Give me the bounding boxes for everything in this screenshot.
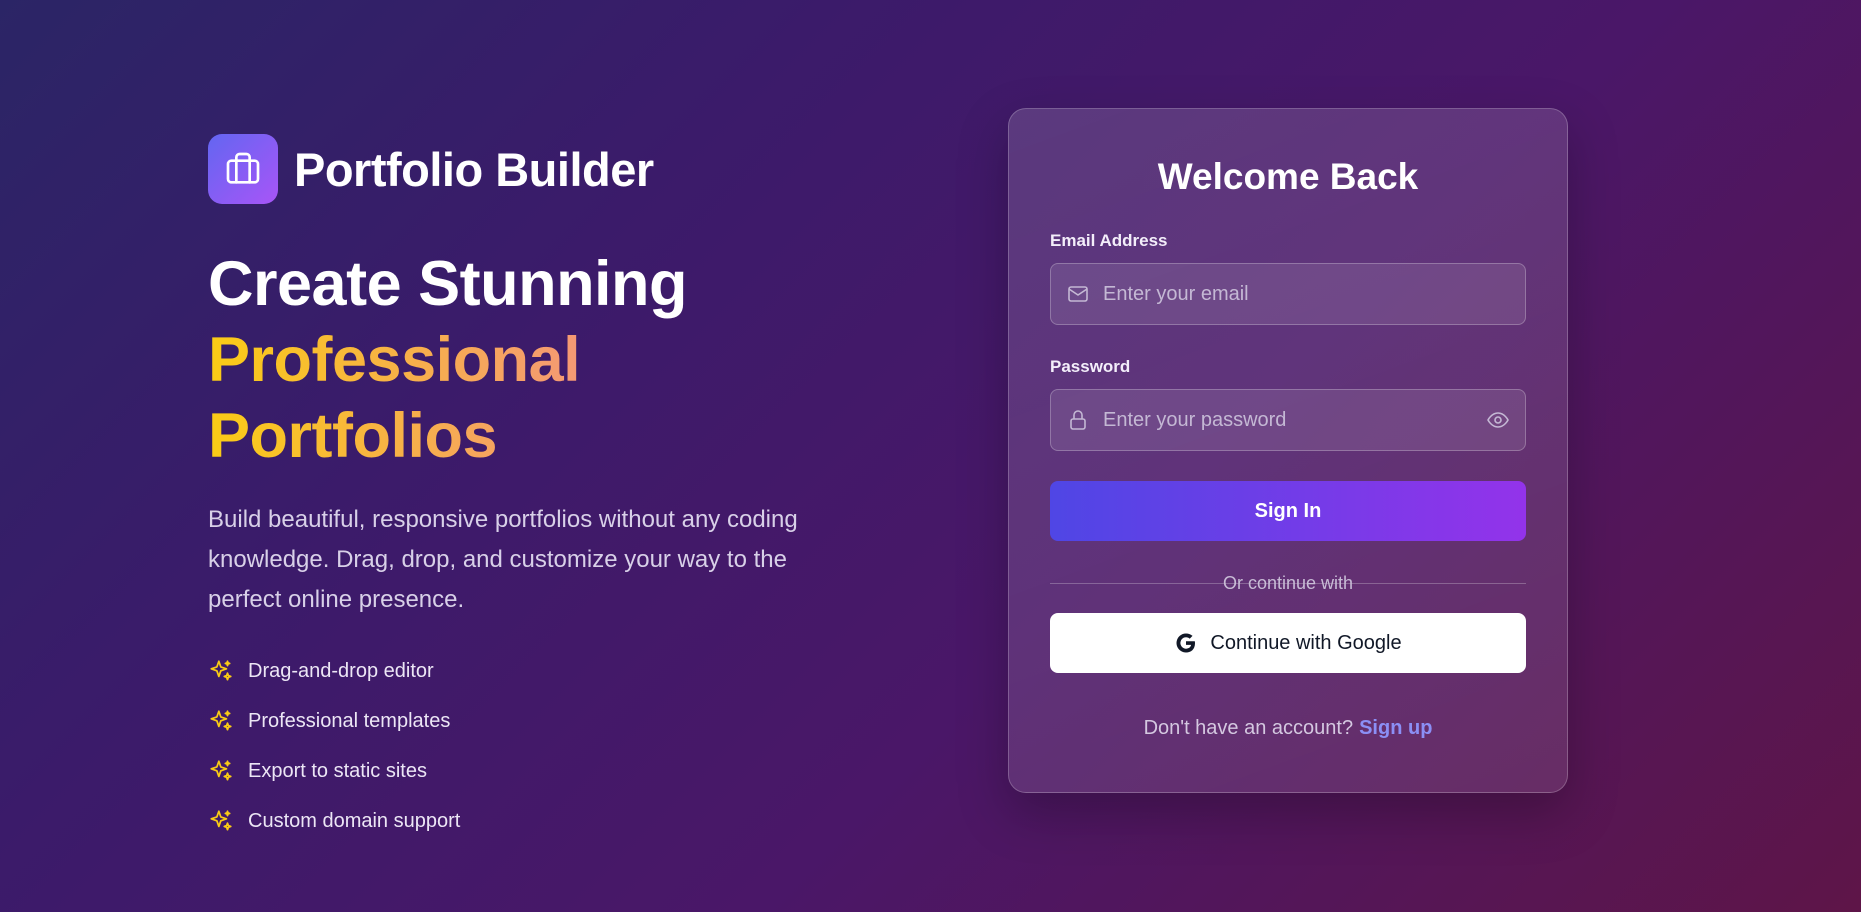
feature-item: Drag-and-drop editor [208, 646, 868, 696]
feature-item: Custom domain support [208, 796, 868, 846]
google-button-label: Continue with Google [1210, 631, 1402, 654]
password-label: Password [1050, 357, 1131, 376]
signup-row: Don't have an account? Sign up [1050, 717, 1526, 740]
brand-title: Portfolio Builder [294, 142, 654, 196]
briefcase-icon [208, 134, 278, 204]
email-field-wrapper [1050, 263, 1526, 325]
hero-heading: Create Stunning Professional Portfolios [208, 246, 868, 474]
feature-item: Professional templates [208, 696, 868, 746]
hero-description: Build beautiful, responsive portfolios w… [208, 506, 798, 613]
signup-prompt: Don't have an account? [1143, 717, 1354, 739]
brand: Portfolio Builder [208, 134, 868, 204]
sparkles-icon [208, 708, 234, 734]
password-field-wrapper [1050, 389, 1526, 451]
feature-label: Professional templates [248, 709, 451, 732]
eye-icon[interactable] [1485, 407, 1511, 433]
mail-icon [1065, 281, 1091, 307]
sparkles-icon [208, 808, 234, 834]
feature-label: Custom domain support [248, 809, 461, 832]
sparkles-icon [208, 758, 234, 784]
email-label: Email Address [1050, 231, 1168, 250]
email-input[interactable] [1103, 282, 1511, 306]
lock-icon [1065, 407, 1091, 433]
sign-in-button[interactable]: Sign In [1050, 481, 1526, 541]
hero-section: Portfolio Builder Create Stunning Profes… [208, 134, 868, 846]
password-input[interactable] [1103, 408, 1485, 432]
google-icon [1174, 631, 1198, 655]
sparkles-icon [208, 658, 234, 684]
feature-label: Export to static sites [248, 759, 427, 782]
divider: Or continue with [1050, 573, 1526, 593]
hero-line-1: Create Stunning [208, 249, 688, 319]
feature-item: Export to static sites [208, 746, 868, 796]
feature-list: Drag-and-drop editor Professional templa… [208, 646, 868, 846]
login-card: Welcome Back Email Address Password Sign… [1008, 108, 1568, 793]
signup-link[interactable]: Sign up [1359, 717, 1432, 739]
hero-line-2: Professional Portfolios [208, 322, 868, 474]
feature-label: Drag-and-drop editor [248, 659, 434, 682]
google-sign-in-button[interactable]: Continue with Google [1050, 613, 1526, 673]
divider-text: Or continue with [1222, 573, 1354, 593]
login-title: Welcome Back [1157, 156, 1419, 197]
